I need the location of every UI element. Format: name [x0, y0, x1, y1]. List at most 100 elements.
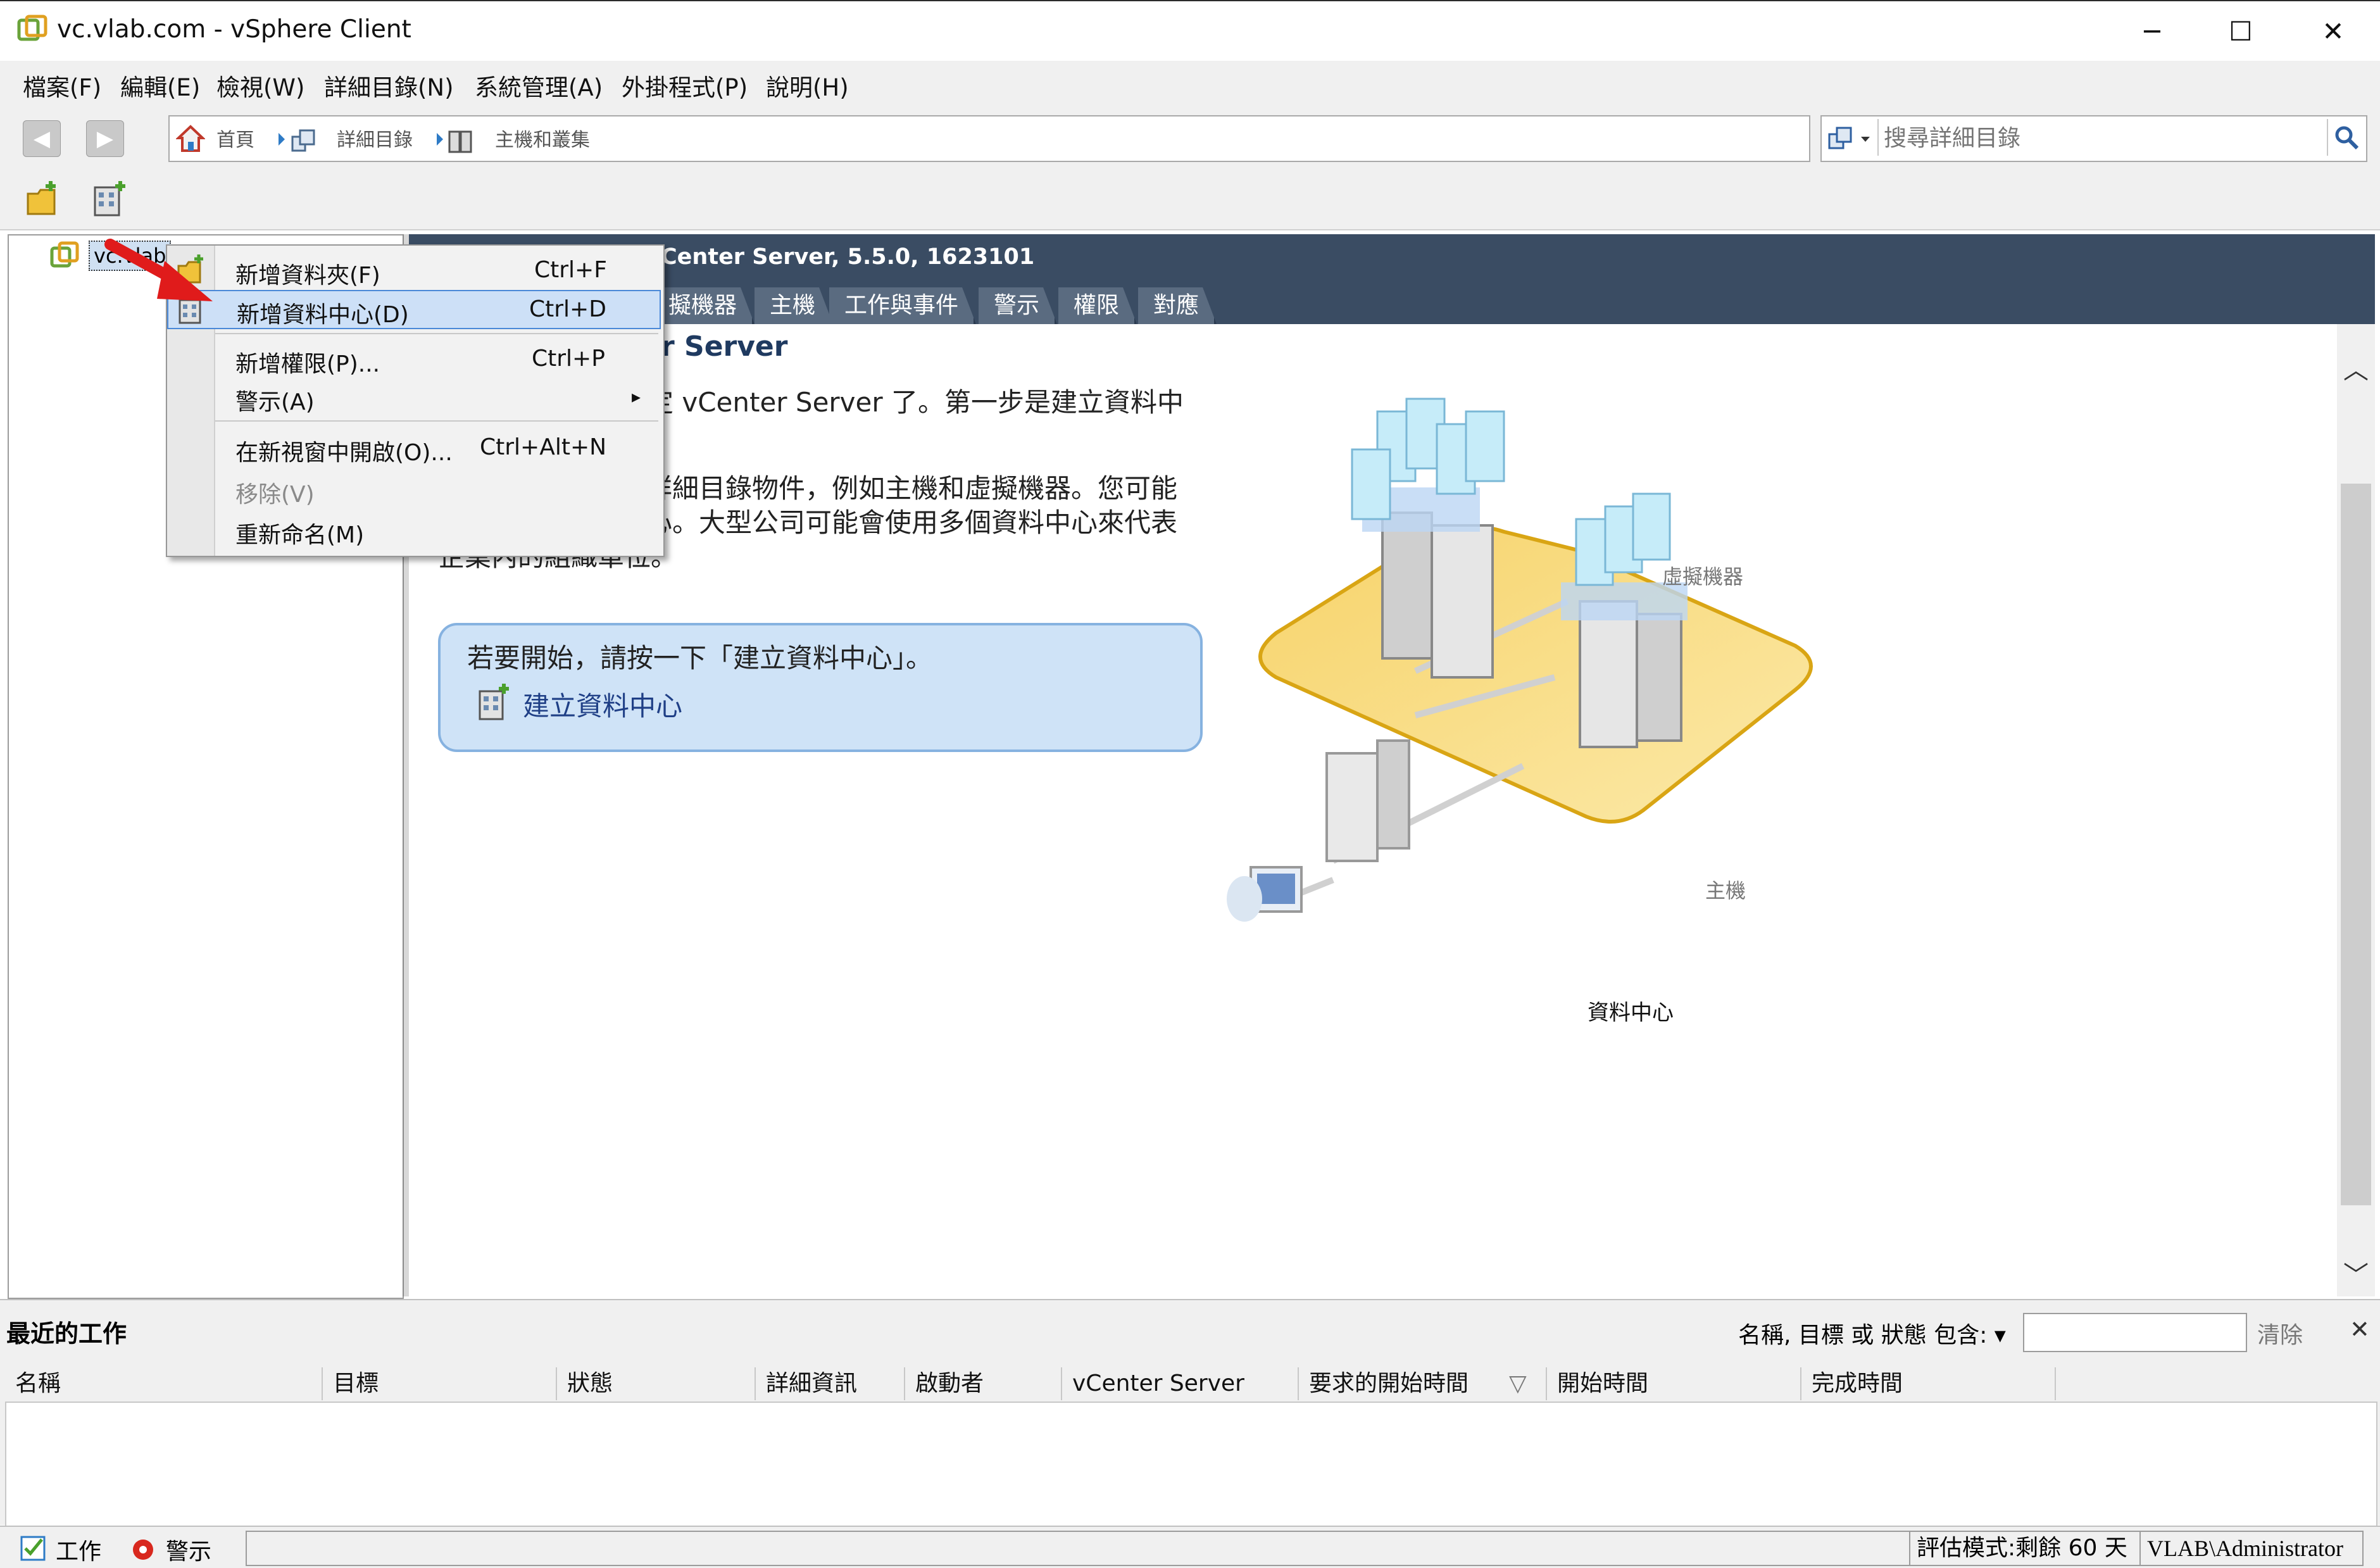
- inventory-scope-icon: [1828, 127, 1870, 149]
- tab-virtual-machines[interactable]: 擬機器: [653, 287, 755, 324]
- search-input[interactable]: [1882, 120, 2303, 156]
- menu-item-shortcut: Ctrl+F: [534, 257, 607, 283]
- column-completion-time[interactable]: 完成時間: [1801, 1367, 2056, 1400]
- sort-indicator-icon: ▽: [1509, 1370, 1527, 1396]
- column-target[interactable]: 目標: [323, 1367, 557, 1400]
- close-panel-icon[interactable]: ✕: [2350, 1315, 2370, 1343]
- menu-item-label: 新增權限(P)...: [235, 351, 380, 377]
- recent-tasks-title: 最近的工作: [6, 1320, 127, 1348]
- menu-help[interactable]: 說明(H): [766, 68, 849, 103]
- navigation-bar: ◀ ▶ 首頁 詳細目錄 主機和叢集: [0, 106, 2380, 172]
- tab-maps[interactable]: 對應: [1138, 287, 1217, 324]
- intro-paragraph-2a: 詳細目錄物件，例如主機和虛擬機器。您可能: [646, 473, 1178, 504]
- status-message-area: [246, 1531, 1913, 1566]
- host-server-right: [1561, 582, 1688, 748]
- search-box: [1820, 115, 2367, 162]
- tab-alarms[interactable]: 警示: [979, 287, 1057, 324]
- menu-item-label: 警示(A): [235, 389, 315, 415]
- menu-item-shortcut: Ctrl+P: [532, 346, 605, 372]
- column-vcenter-server[interactable]: vCenter Server: [1062, 1367, 1299, 1400]
- context-menu: 新增資料夾(F) Ctrl+F 新增資料中心(D) Ctrl+D 新增權限(P)…: [166, 244, 665, 557]
- menu-view[interactable]: 檢視(W): [216, 68, 304, 103]
- datacenter-label: 資料中心: [1588, 1000, 1674, 1025]
- host-label: 主機: [1705, 879, 1746, 903]
- menu-separator: [215, 420, 658, 422]
- menu-item-label: 在新視窗中開啟(O)...: [235, 440, 453, 466]
- client-workstation: [1227, 866, 1303, 922]
- vcenter-server-box: [1325, 739, 1410, 862]
- menu-item-label: 重新命名(M): [235, 522, 365, 548]
- scroll-down-arrow[interactable]: ﹀: [2343, 1255, 2369, 1291]
- menu-item-rename[interactable]: 重新命名(M): [167, 511, 663, 548]
- menu-item-alarm[interactable]: 警示(A) ▸: [167, 379, 663, 415]
- toolbar: [0, 172, 2380, 230]
- menu-edit[interactable]: 編輯(E): [120, 68, 200, 103]
- intro-paragraph-2b: 心。大型公司可能會使用多個資料中心來代表: [646, 507, 1178, 538]
- alarm-icon: [133, 1540, 153, 1560]
- vm-label: 虛擬機器: [1662, 565, 1744, 589]
- column-name[interactable]: 名稱: [5, 1367, 323, 1400]
- menu-inventory[interactable]: 詳細目錄(N): [324, 68, 454, 103]
- menu-file[interactable]: 檔案(F): [23, 68, 101, 103]
- column-details[interactable]: 詳細資訊: [756, 1367, 905, 1400]
- home-icon[interactable]: [176, 124, 205, 153]
- scroll-up-arrow[interactable]: ︿: [2343, 349, 2369, 386]
- menu-item-label: 移除(V): [235, 482, 315, 508]
- content-heading: r Server: [661, 330, 788, 363]
- menu-item-label: 新增資料中心(D): [237, 302, 409, 328]
- filter-input[interactable]: [2023, 1313, 2247, 1352]
- create-datacenter-link[interactable]: 建立資料中心: [523, 685, 682, 724]
- breadcrumb-home[interactable]: 首頁: [216, 124, 254, 152]
- datacenter-diagram: [1227, 398, 1813, 922]
- callout-instruction: 若要開始，請按一下「建立資料中心」。: [467, 643, 933, 674]
- menu-administration[interactable]: 系統管理(A): [475, 68, 603, 103]
- search-scope-dropdown[interactable]: [1824, 119, 1879, 156]
- filter-label[interactable]: 名稱, 目標 或 狀態 包含: ▾: [1738, 1317, 2006, 1350]
- menu-item-new-folder[interactable]: 新增資料夾(F) Ctrl+F: [167, 252, 663, 289]
- column-requested-start[interactable]: 要求的開始時間 ▽: [1299, 1367, 1547, 1400]
- menu-item-new-datacenter[interactable]: 新增資料中心(D) Ctrl+D: [167, 290, 661, 329]
- minimize-button[interactable]: ─: [2108, 1, 2196, 62]
- tab-tasks-events[interactable]: 工作與事件: [829, 287, 976, 324]
- forward-button[interactable]: ▶: [86, 120, 124, 157]
- window-title: vc.vlab.com - vSphere Client: [57, 15, 411, 44]
- submenu-arrow-icon: ▸: [632, 386, 641, 407]
- inventory-icon: [279, 129, 315, 152]
- breadcrumb-inventory[interactable]: 詳細目錄: [337, 124, 413, 152]
- clear-button[interactable]: 清除: [2257, 1317, 2303, 1350]
- address-bar: 首頁 詳細目錄 主機和叢集: [168, 115, 1810, 162]
- alarms-button[interactable]: 警示: [166, 1533, 211, 1566]
- new-folder-icon[interactable]: [25, 180, 62, 218]
- maximize-button[interactable]: ☐: [2196, 1, 2285, 62]
- new-datacenter-icon[interactable]: [91, 180, 128, 218]
- column-start-time[interactable]: 開始時間: [1547, 1367, 1801, 1400]
- tasks-button[interactable]: 工作: [56, 1533, 101, 1566]
- tab-permissions[interactable]: 權限: [1058, 287, 1137, 324]
- menu-bar: 檔案(F) 編輯(E) 檢視(W) 詳細目錄(N) 系統管理(A) 外掛程式(P…: [0, 61, 2380, 106]
- vm-stack-right: [1575, 492, 1671, 586]
- menu-separator: [215, 333, 658, 334]
- current-user: VLAB\Administrator: [2139, 1531, 2364, 1566]
- server-info: Center Server, 5.5.0, 1623101: [661, 244, 1035, 270]
- search-button[interactable]: [2327, 119, 2364, 156]
- pointer-arrow-icon: [104, 239, 213, 301]
- status-bar: 工作 警示 評估模式:剩餘 60 天 VLAB\Administrator: [0, 1526, 2380, 1568]
- close-button[interactable]: ✕: [2289, 1, 2377, 62]
- column-initiator[interactable]: 啟動者: [905, 1367, 1062, 1400]
- getting-started-callout: 若要開始，請按一下「建立資料中心」。 建立資料中心: [438, 623, 1203, 752]
- hosts-clusters-icon: [437, 130, 472, 153]
- scrollbar-thumb[interactable]: [2341, 484, 2371, 1205]
- column-label: 要求的開始時間: [1309, 1370, 1469, 1396]
- breadcrumb-hosts-clusters[interactable]: 主機和叢集: [495, 124, 590, 152]
- object-header: Center Server, 5.5.0, 1623101 擬機器 主機 工作與…: [409, 234, 2375, 324]
- back-button[interactable]: ◀: [23, 120, 61, 157]
- main-content: Center Server, 5.5.0, 1623101 擬機器 主機 工作與…: [409, 234, 2375, 1296]
- tab-hosts[interactable]: 主機: [755, 287, 833, 324]
- column-status[interactable]: 狀態: [557, 1367, 756, 1400]
- menu-item-open-new-window[interactable]: 在新視窗中開啟(O)... Ctrl+Alt+N: [167, 429, 663, 466]
- menu-plugins[interactable]: 外掛程式(P): [622, 68, 748, 103]
- create-datacenter-icon: [479, 684, 509, 720]
- menu-item-new-permission[interactable]: 新增權限(P)... Ctrl+P: [167, 341, 663, 377]
- recent-tasks-panel: 最近的工作 名稱, 目標 或 狀態 包含: ▾ 清除 ✕ 名稱 目標 狀態 詳細…: [0, 1299, 2380, 1556]
- evaluation-mode-status: 評估模式:剩餘 60 天: [1909, 1531, 2142, 1566]
